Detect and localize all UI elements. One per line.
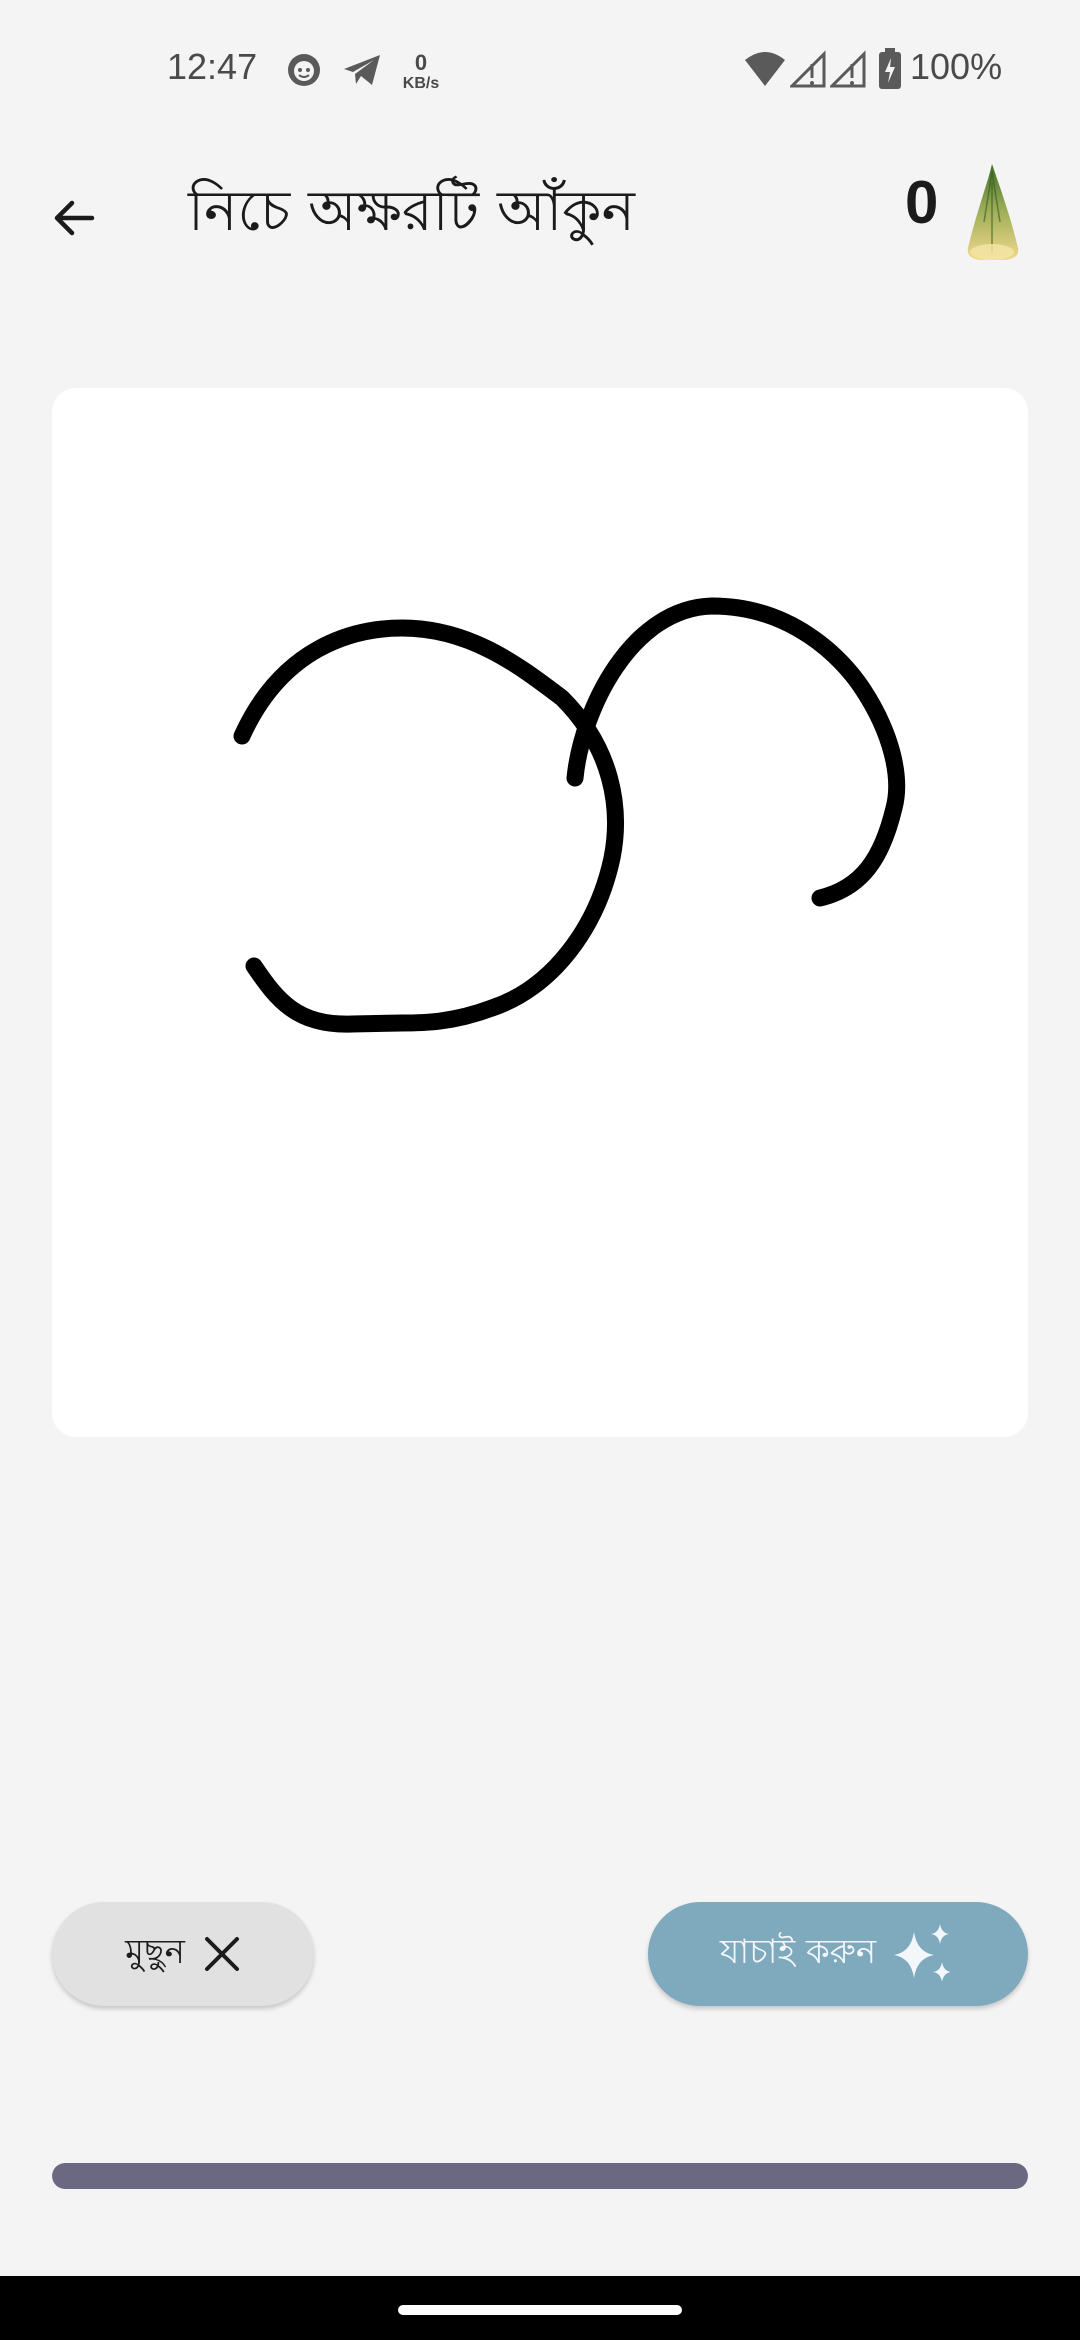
telegram-icon: [344, 55, 380, 85]
drawn-strokes: [233, 597, 906, 1033]
page-title: নিচে অক্ষরটি আঁকুন: [188, 179, 635, 244]
back-button[interactable]: [44, 188, 104, 248]
bamboo-shoot-icon: [967, 164, 1019, 260]
close-icon: [204, 1937, 239, 1971]
network-speed: 0 KB/s: [402, 50, 440, 92]
signal-icon: [830, 50, 866, 88]
status-bar: 12:47 0 KB/s 100%: [0, 0, 1080, 140]
signal-icon: [790, 50, 826, 88]
face-icon: [288, 54, 320, 86]
score-count: 0: [905, 169, 939, 236]
sparkle-icon: [894, 1924, 952, 1982]
clear-button[interactable]: মুছুন: [52, 1902, 314, 2006]
status-time: 12:47: [167, 46, 258, 87]
battery-charging-icon: [879, 48, 901, 89]
arrow-left-icon: [54, 200, 95, 236]
wifi-icon: [745, 52, 785, 86]
battery-percent: 100%: [910, 46, 1003, 87]
clear-button-label: মুছুন: [125, 1931, 185, 1972]
progress-fill: [52, 2163, 1028, 2189]
stroke-right-arc: [566, 597, 906, 907]
check-button[interactable]: যাচাই করুন: [648, 1902, 1028, 2006]
home-gesture-handle[interactable]: [398, 2305, 682, 2315]
app-bar: নিচে অক্ষরটি আঁকুন 0: [0, 140, 1080, 270]
progress-bar: [52, 2163, 1028, 2189]
check-button-label: যাচাই করুন: [719, 1931, 877, 1972]
drawing-canvas[interactable]: [52, 388, 1028, 1437]
stroke-left-arc: [233, 619, 624, 1033]
